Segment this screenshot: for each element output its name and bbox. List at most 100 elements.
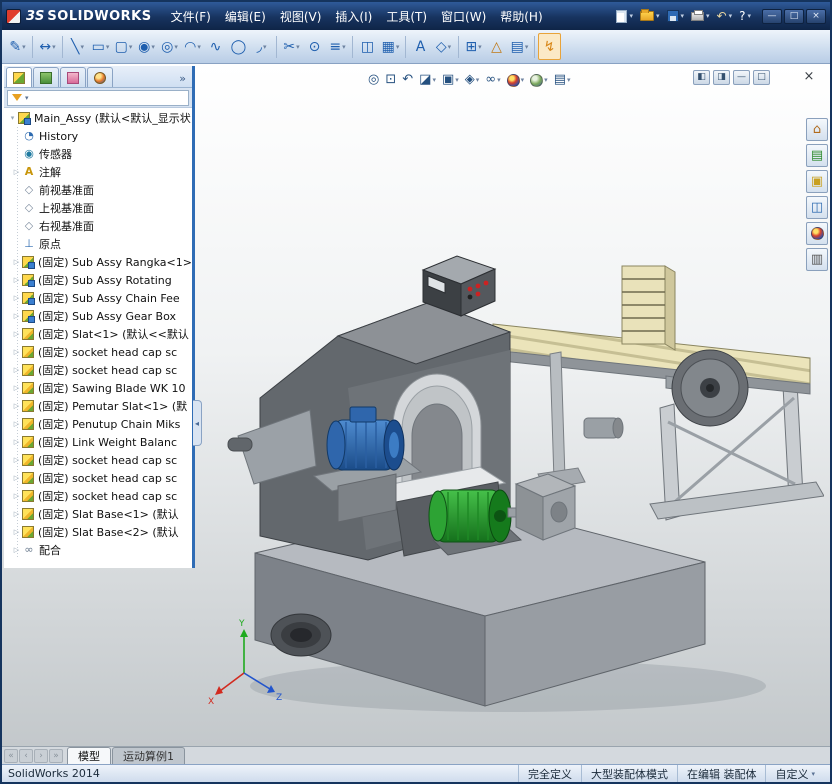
view-orientation-button[interactable]: ▣ ▾ [440,73,461,87]
expand-arrow-icon[interactable]: ▷ [11,276,22,284]
expand-arrow-icon[interactable]: ▷ [11,492,22,500]
tree-item-assembly[interactable]: ▷ (固定) Sub Assy Rotating [4,271,192,289]
expand-arrow-icon[interactable]: ▷ [11,438,22,446]
doc-pane-left-button[interactable]: ◧ [693,70,710,85]
app-icon[interactable] [6,8,21,24]
expand-arrow-icon[interactable]: ▷ [11,420,22,428]
display-style-button[interactable]: ◈ ▾ [463,73,482,87]
appearances-scenes-tab[interactable] [806,222,828,245]
repair-sketch-button[interactable]: △ [485,33,508,60]
spline-tool[interactable]: ∿ [204,33,227,60]
fillet-tool[interactable]: ◞ ▾ [250,33,273,60]
tab-motion-study-1[interactable]: 运动算例1 [112,747,185,764]
smart-dimension-button[interactable]: ↔ ▾ [36,33,59,60]
expand-arrow-icon[interactable]: ▷ [11,546,22,554]
close-button[interactable]: × [806,8,826,24]
tab-featuremanager[interactable] [6,67,32,87]
tree-item-origin[interactable]: ⊥ 原点 [4,235,192,253]
open-document-button[interactable]: ▾ [637,5,663,27]
quick-snaps-button[interactable]: ▤ ▾ [508,33,531,60]
circle-tool[interactable]: ◉ ▾ [135,33,158,60]
tree-item-assembly[interactable]: ▷ (固定) Sub Assy Gear Box [4,307,192,325]
exhaust-pipe[interactable] [270,613,332,657]
linear-pattern-button[interactable]: ▦ ▾ [379,33,402,60]
expand-arrow-icon[interactable]: ▷ [11,312,22,320]
view-settings-button[interactable]: ▤ ▾ [552,73,573,87]
tree-item-part[interactable]: ▷ (固定) Sawing Blade WK 10 [4,379,192,397]
doc-minimize-button[interactable]: — [733,70,750,85]
tab-scroll-next[interactable]: › [34,748,48,763]
convert-entities-button[interactable]: ⊙ [303,33,326,60]
help-button[interactable]: ? ▾ [736,5,754,27]
menu-insert[interactable]: 插入(I) [328,5,379,28]
expand-arrow-icon[interactable]: ▷ [11,402,22,410]
assembly-model[interactable]: Y X Z [198,88,824,738]
sketch-text-button[interactable]: A [409,33,432,60]
section-view-button[interactable]: ◪ ▾ [417,73,438,87]
view-palette-tab[interactable]: ◫ [806,196,828,219]
tree-item-plane[interactable]: ◇ 前视基准面 [4,181,192,199]
expand-arrow-icon[interactable]: ▷ [11,366,22,374]
tree-filter[interactable]: ▾ [7,89,189,106]
collapse-arrow-icon[interactable]: ▾ [7,114,18,122]
print-button[interactable]: ▾ [688,5,713,27]
line-tool[interactable]: ╲ ▾ [66,33,89,60]
menu-tools[interactable]: 工具(T) [379,5,434,28]
doc-pane-right-button[interactable]: ◨ [713,70,730,85]
maximize-button[interactable]: □ [784,8,804,24]
trim-entities-button[interactable]: ✂ ▾ [280,33,303,60]
tree-item-part[interactable]: ▷ (固定) socket head cap sc [4,469,192,487]
display-relations-button[interactable]: ⊞ ▾ [462,33,485,60]
expand-arrow-icon[interactable]: ▷ [11,168,22,176]
tab-scroll-first[interactable]: « [4,748,18,763]
tree-item-part[interactable]: ▷ (固定) Penutup Chain Miks [4,415,192,433]
tab-displaymanager[interactable] [87,67,113,87]
save-button[interactable]: ▾ [664,5,688,27]
previous-view-button[interactable]: ↶ [400,73,415,87]
panel-collapse-handle[interactable]: ◂ [193,400,202,446]
ellipse-tool[interactable]: ◯ [227,33,250,60]
expand-arrow-icon[interactable]: ▷ [11,348,22,356]
tab-model[interactable]: 模型 [67,747,111,764]
edit-appearance-button[interactable]: ▾ [505,73,527,87]
tab-configurationmanager[interactable] [60,67,86,87]
zoom-to-area-button[interactable]: ⊡ [383,73,398,87]
undo-button[interactable]: ↶ ▾ [714,5,736,27]
slot-tool[interactable]: ▢ ▾ [112,33,135,60]
tree-item-part[interactable]: ▷ (固定) socket head cap sc [4,487,192,505]
status-custom[interactable]: 自定义 ▾ [765,765,824,782]
tree-item-part[interactable]: ▷ (固定) Slat Base<2> (默认 [4,523,192,541]
conveyor-support-leg[interactable] [549,351,566,481]
tree-item-sensor[interactable]: ◉ 传感器 [4,145,192,163]
minimize-button[interactable]: — [762,8,782,24]
arc-tool[interactable]: ◠ ▾ [181,33,204,60]
expand-arrow-icon[interactable]: ▷ [11,510,22,518]
tree-item-annotation[interactable]: ▷ A 注解 [4,163,192,181]
mirror-entities-button[interactable]: ◫ [356,33,379,60]
hide-show-items-button[interactable]: ∞ ▾ [483,73,502,87]
expand-arrow-icon[interactable]: ▷ [11,456,22,464]
tree-item-plane[interactable]: ◇ 上视基准面 [4,199,192,217]
custom-properties-tab[interactable]: ▥ [806,248,828,271]
tree-item-part[interactable]: ▷ (固定) Pemutar Slat<1> (默 [4,397,192,415]
expand-arrow-icon[interactable]: ▷ [11,294,22,302]
menu-view[interactable]: 视图(V) [273,5,329,28]
tree-item-part[interactable]: ▷ (固定) socket head cap sc [4,451,192,469]
reference-plane-button[interactable]: ◇ ▾ [432,33,455,60]
menu-help[interactable]: 帮助(H) [493,5,549,28]
expand-arrow-icon[interactable]: ▷ [11,474,22,482]
tree-item-mate[interactable]: ▷ ∞ 配合 [4,541,192,559]
tree-item-part[interactable]: ▷ (固定) socket head cap sc [4,343,192,361]
expand-arrow-icon[interactable]: ▷ [11,528,22,536]
tab-propertymanager[interactable] [33,67,59,87]
document-close-button[interactable]: × [800,69,818,85]
menu-file[interactable]: 文件(F) [164,5,218,28]
perimeter-circle-tool[interactable]: ◎ ▾ [158,33,181,60]
design-library-tab[interactable]: ▤ [806,144,828,167]
tab-scroll-prev[interactable]: ‹ [19,748,33,763]
tree-item-history[interactable]: ◔ History [4,127,192,145]
apply-scene-button[interactable]: ▾ [528,73,550,87]
tree-item-part[interactable]: ▷ (固定) Slat<1> (默认<<默认 [4,325,192,343]
offset-entities-button[interactable]: ≡ ▾ [326,33,349,60]
solidworks-resources-tab[interactable]: ⌂ [806,118,828,141]
